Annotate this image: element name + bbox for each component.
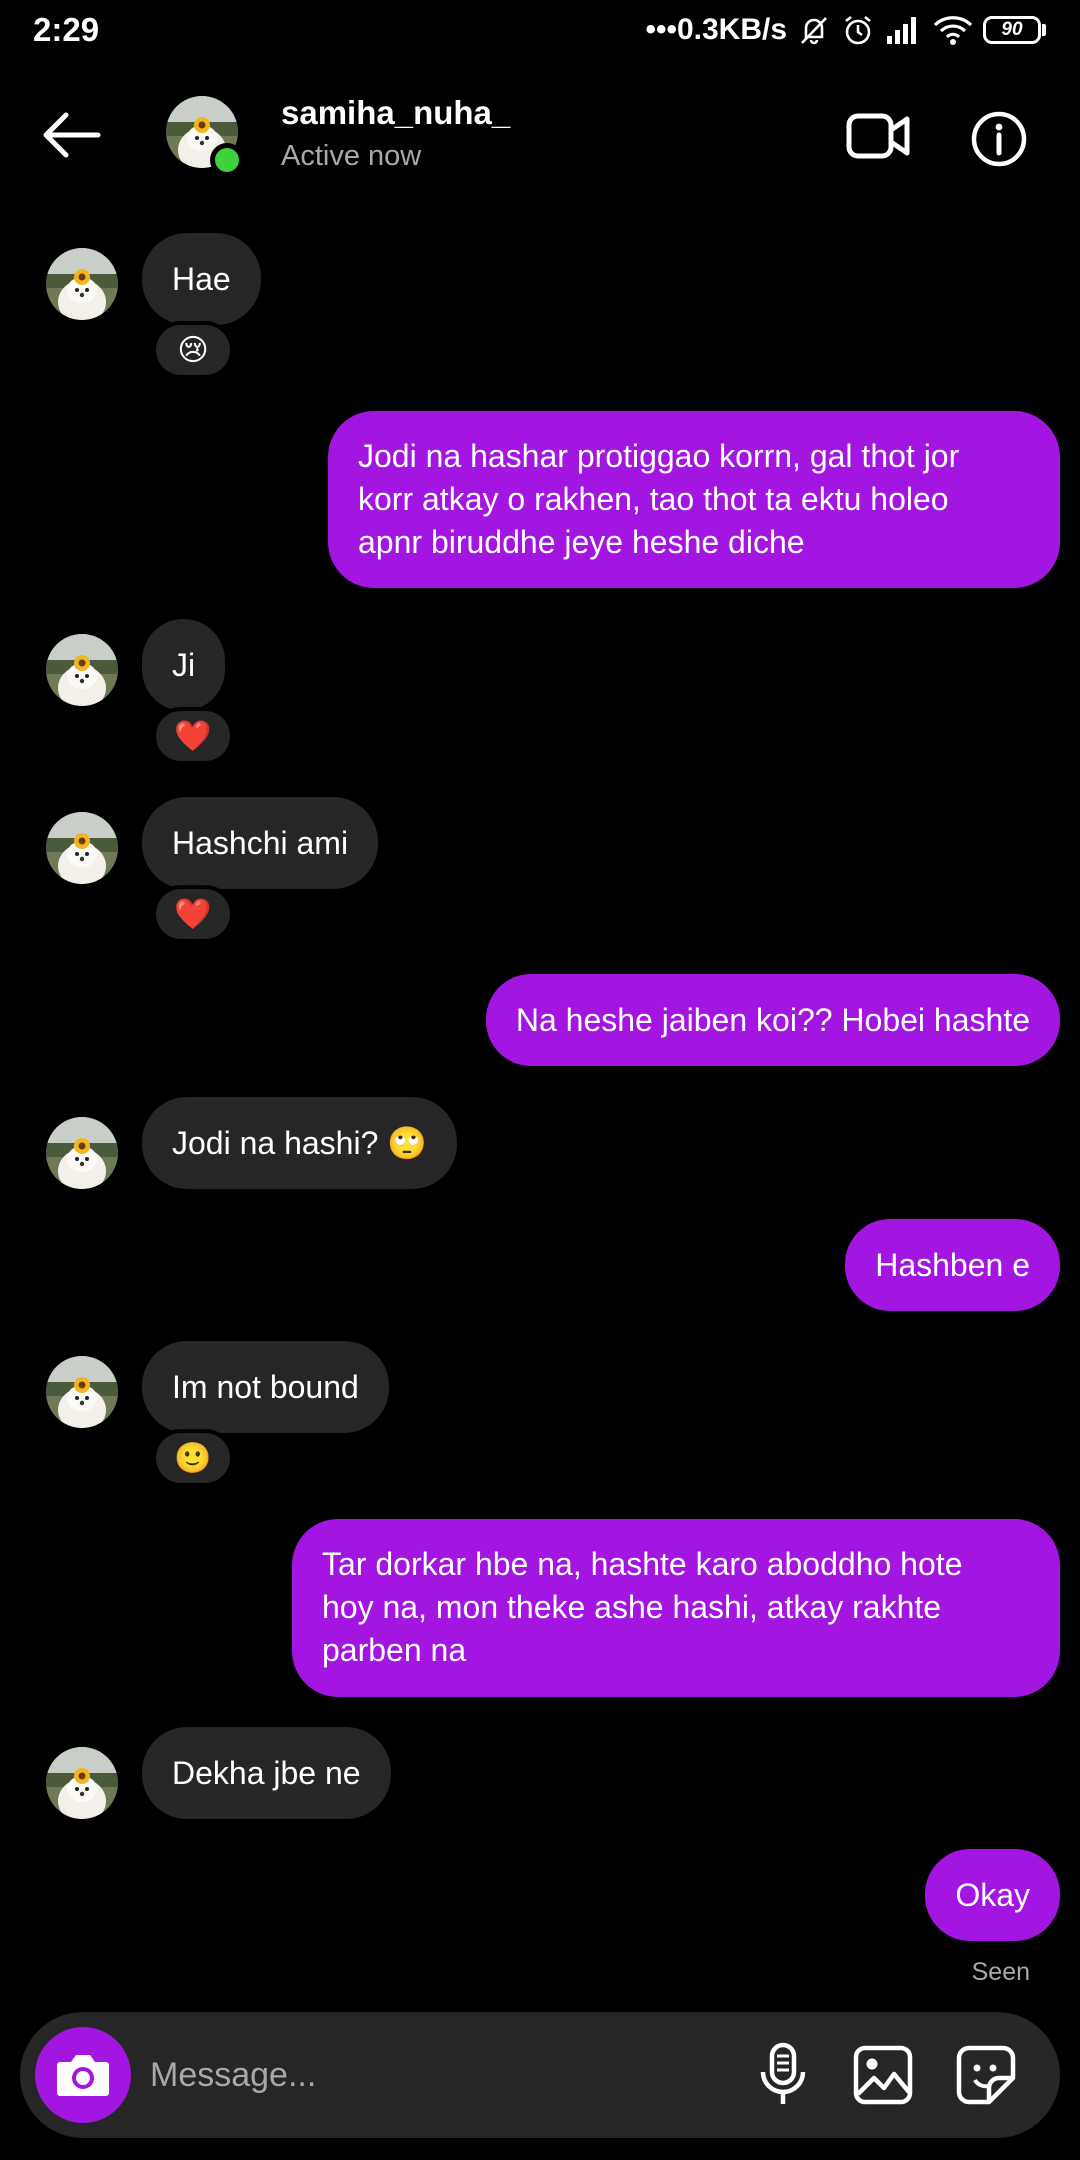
incoming-message[interactable]: Im not bound	[142, 1341, 389, 1433]
outgoing-message[interactable]: Hashben e	[845, 1219, 1060, 1311]
presence-status: Active now	[281, 140, 422, 172]
message-line: Tar dorkar hbe na, hashte karo aboddho h…	[322, 1546, 963, 1582]
message-text: Jodi na hashi? 🙄	[172, 1124, 428, 1161]
status-time: 2:29	[33, 11, 100, 48]
incoming-message[interactable]: Ji	[142, 619, 226, 711]
sender-avatar[interactable]	[46, 1747, 118, 1819]
wifi-icon	[933, 14, 973, 46]
message-reaction[interactable]: ❤️	[152, 707, 234, 765]
sticker-icon[interactable]	[955, 2044, 1017, 2106]
incoming-message[interactable]: Hashchi ami	[142, 797, 379, 889]
message-text: Hashben e	[875, 1246, 1030, 1283]
network-speed: •••0.3KB/s	[645, 13, 787, 46]
signal-icon	[885, 14, 923, 46]
camera-icon	[57, 2055, 109, 2096]
message-text: Dekha jbe ne	[172, 1754, 361, 1791]
sender-avatar[interactable]	[46, 248, 118, 320]
message-text: Na heshe jaiben koi?? Hobei hashte	[515, 1001, 1030, 1038]
online-indicator	[210, 143, 244, 177]
battery-icon: 90	[983, 16, 1046, 44]
sender-avatar[interactable]	[46, 634, 118, 706]
contact-username[interactable]: samiha_nuha_	[281, 94, 510, 132]
message-composer	[20, 2012, 1060, 2138]
message-text: Hae	[172, 260, 231, 297]
sender-avatar[interactable]	[46, 1356, 118, 1428]
microphone-icon[interactable]	[755, 2042, 811, 2108]
gallery-icon[interactable]	[852, 2044, 914, 2106]
outgoing-message[interactable]: Jodi na hashar protiggao korrn, gal thot…	[328, 411, 1060, 588]
outgoing-message[interactable]: Na heshe jaiben koi?? Hobei hashte	[485, 974, 1060, 1066]
message-line: korr atkay o rakhen, tao thot ta ektu ho…	[358, 481, 949, 517]
sender-avatar[interactable]	[46, 812, 118, 884]
incoming-message[interactable]: Hae	[142, 233, 261, 325]
message-input[interactable]	[150, 2036, 710, 2114]
sender-avatar[interactable]	[46, 1117, 118, 1189]
message-reaction[interactable]: ❤️	[152, 885, 234, 943]
incoming-message[interactable]: Dekha jbe ne	[142, 1727, 391, 1819]
incoming-message[interactable]: Jodi na hashi? 🙄	[142, 1097, 458, 1189]
message-text: Ji	[172, 646, 196, 683]
message-line: apnr biruddhe jeye heshe diche	[358, 524, 805, 560]
back-arrow-icon[interactable]	[36, 110, 106, 160]
alarm-icon	[841, 13, 875, 47]
info-icon[interactable]	[970, 110, 1028, 168]
message-text: Im not bound	[172, 1368, 359, 1405]
message-text: Hashchi ami	[172, 824, 349, 861]
message-text: Okay	[955, 1876, 1030, 1913]
mute-bell-icon	[797, 13, 831, 47]
message-line: hoy na, mon theke ashe hashi, atkay rakh…	[322, 1589, 942, 1625]
outgoing-message[interactable]: Okay	[925, 1849, 1060, 1941]
message-reaction[interactable]: 😢	[152, 321, 234, 379]
message-reaction[interactable]: 🙂	[152, 1429, 234, 1487]
outgoing-message[interactable]: Tar dorkar hbe na, hashte karo aboddho h…	[292, 1519, 1060, 1697]
seen-receipt: Seen	[971, 1958, 1030, 1986]
status-bar: 2:29 •••0.3KB/s 90	[0, 0, 1080, 64]
video-call-icon[interactable]	[845, 108, 911, 164]
camera-button[interactable]	[35, 2027, 131, 2123]
status-icons: •••0.3KB/s 90	[645, 10, 1046, 50]
message-line: Jodi na hashar protiggao korrn, gal thot…	[358, 438, 960, 474]
message-line: parben na	[322, 1632, 467, 1668]
battery-level: 90	[983, 16, 1041, 44]
chat-header: samiha_nuha_ Active now	[0, 88, 1080, 184]
